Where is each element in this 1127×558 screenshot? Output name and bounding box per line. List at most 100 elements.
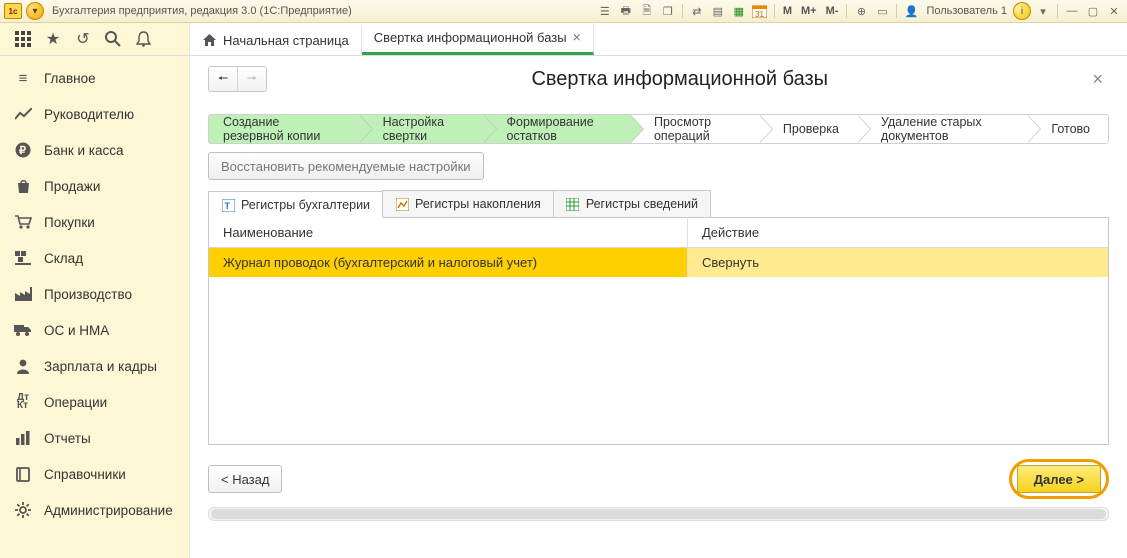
app-logo-icon: 1c — [4, 3, 22, 19]
wizard-step[interactable]: Настройка свертки — [359, 115, 483, 143]
print-icon[interactable]: 🖶 — [617, 3, 635, 19]
sidebar-item-label: Продажи — [44, 179, 100, 194]
toolbar-separator — [682, 4, 683, 18]
horizontal-scrollbar[interactable] — [208, 507, 1109, 521]
m-plus-button[interactable]: M+ — [798, 5, 820, 17]
book-icon — [14, 465, 32, 483]
close-icon[interactable]: × — [1092, 69, 1109, 90]
calc-icon[interactable]: ▦ — [730, 3, 748, 19]
sidebar-item-bank[interactable]: ₽ Банк и касса — [0, 132, 189, 168]
registers-table: Наименование Действие Журнал проводок (б… — [208, 218, 1109, 445]
sidebar-item-purchases[interactable]: Покупки — [0, 204, 189, 240]
sidebar-item-label: Покупки — [44, 215, 95, 230]
m-minus-button[interactable]: M- — [823, 5, 842, 17]
sidebar-item-label: Главное — [44, 71, 96, 86]
user-label[interactable]: Пользователь 1 — [923, 5, 1010, 17]
restore-button[interactable]: ▢ — [1084, 3, 1102, 19]
compare-icon[interactable]: ⇄ — [688, 3, 706, 19]
table-header[interactable]: Наименование — [209, 218, 688, 247]
sidebar-item-label: Отчеты — [44, 431, 91, 446]
toolbar-separator — [846, 4, 847, 18]
sidebar-item-label: Банк и касса — [44, 143, 124, 158]
m-button[interactable]: M — [780, 5, 795, 17]
factory-icon — [14, 285, 32, 303]
nav-forward-button[interactable]: 🠖 — [237, 67, 266, 91]
register-icon — [395, 197, 409, 211]
sidebar-item-manager[interactable]: Руководителю — [0, 96, 189, 132]
print-preview-icon[interactable]: ☰ — [596, 3, 614, 19]
inner-tab-label: Регистры бухгалтерии — [241, 198, 370, 212]
table-cell-action: Свернуть — [688, 248, 1108, 277]
sidebar-item-salary[interactable]: Зарплата и кадры — [0, 348, 189, 384]
sidebar-item-catalogs[interactable]: Справочники — [0, 456, 189, 492]
gear-icon — [14, 501, 32, 519]
sidebar-item-label: Производство — [44, 287, 132, 302]
wizard-steps: Создание резервной копии Настройка сверт… — [208, 114, 1109, 144]
sidebar-item-label: Руководителю — [44, 107, 134, 122]
tab-accumulation-registers[interactable]: Регистры накопления — [382, 190, 554, 217]
tab-home[interactable]: Начальная страница — [190, 25, 362, 55]
back-button[interactable]: < Назад — [208, 465, 282, 493]
wizard-step-label: Удаление старых документов — [881, 115, 1009, 143]
wizard-step-label: Готово — [1051, 122, 1090, 136]
app-menu-button[interactable]: ▾ — [26, 2, 44, 20]
tool-row: ★ ↺ Начальная страница Свертка информаци… — [0, 23, 1127, 56]
search-icon[interactable] — [102, 28, 124, 50]
apps-icon[interactable] — [12, 28, 34, 50]
copy-icon[interactable]: ❐ — [659, 3, 677, 19]
tab-svertka[interactable]: Свертка информационной базы × — [362, 22, 594, 55]
wizard-step-label: Формирование остатков — [507, 115, 612, 143]
tab-info-registers[interactable]: Регистры сведений — [553, 190, 711, 217]
info-button[interactable]: i — [1013, 2, 1031, 20]
home-icon — [202, 33, 217, 47]
sidebar-item-admin[interactable]: Администрирование — [0, 492, 189, 528]
svg-text:₽: ₽ — [19, 145, 26, 157]
inner-tabs: T Регистры бухгалтерии Регистры накоплен… — [208, 190, 1109, 218]
table-header[interactable]: Действие — [688, 218, 1108, 247]
pallet-icon — [14, 249, 32, 267]
tab-accounting-registers[interactable]: T Регистры бухгалтерии — [208, 191, 383, 218]
register-icon: T — [221, 198, 235, 212]
page-icon[interactable]: ▤ — [709, 3, 727, 19]
minimize-button[interactable]: — — [1063, 3, 1081, 19]
sidebar-item-operations[interactable]: ДтКт Операции — [0, 384, 189, 420]
tab-close-icon[interactable]: × — [573, 29, 581, 45]
toolbar-separator — [774, 4, 775, 18]
favorite-icon[interactable]: ★ — [42, 28, 64, 50]
window-titlebar: 1c ▾ Бухгалтерия предприятия, редакция 3… — [0, 0, 1127, 23]
sidebar-item-sales[interactable]: Продажи — [0, 168, 189, 204]
sidebar-item-reports[interactable]: Отчеты — [0, 420, 189, 456]
doc-icon[interactable]: 🗎 — [638, 3, 656, 19]
scrollbar-thumb[interactable] — [211, 509, 1106, 519]
wizard-step-label: Просмотр операций — [654, 115, 741, 143]
sidebar-item-assets[interactable]: ОС и НМА — [0, 312, 189, 348]
sidebar-item-production[interactable]: Производство — [0, 276, 189, 312]
bars-icon — [14, 429, 32, 447]
dropdown-icon[interactable]: ▾ — [1034, 3, 1052, 19]
next-button[interactable]: Далее > — [1017, 465, 1101, 493]
sidebar-item-label: Справочники — [44, 467, 126, 482]
close-window-button[interactable]: ✕ — [1105, 3, 1123, 19]
table-row[interactable]: Журнал проводок (бухгалтерский и налогов… — [209, 248, 1108, 277]
sidebar-item-label: Зарплата и кадры — [44, 359, 157, 374]
sidebar-item-main[interactable]: ≡ Главное — [0, 60, 189, 96]
sidebar-item-warehouse[interactable]: Склад — [0, 240, 189, 276]
zoom-icon[interactable]: ⊕ — [852, 3, 870, 19]
wizard-step[interactable]: Формирование остатков — [483, 115, 630, 143]
inner-tab-label: Регистры сведений — [586, 197, 698, 211]
wizard-step[interactable]: Просмотр операций — [630, 115, 759, 143]
history-icon[interactable]: ↺ — [72, 28, 94, 50]
wizard-step[interactable]: Создание резервной копии — [209, 115, 359, 143]
calendar-icon[interactable]: 31 — [751, 3, 769, 19]
wizard-step[interactable]: Удаление старых документов — [857, 115, 1027, 143]
tab-label: Начальная страница — [223, 33, 349, 48]
sidebar-item-label: ОС и НМА — [44, 323, 109, 338]
nav-history: 🠔 🠖 — [208, 66, 267, 92]
bell-icon[interactable] — [132, 28, 154, 50]
wizard-step[interactable]: Проверка — [759, 115, 857, 143]
table-header-row: Наименование Действие — [209, 218, 1108, 248]
nav-back-button[interactable]: 🠔 — [209, 67, 237, 91]
nav-icon[interactable]: ▭ — [873, 3, 891, 19]
restore-settings-button[interactable]: Восстановить рекомендуемые настройки — [208, 152, 484, 180]
person-icon — [14, 357, 32, 375]
